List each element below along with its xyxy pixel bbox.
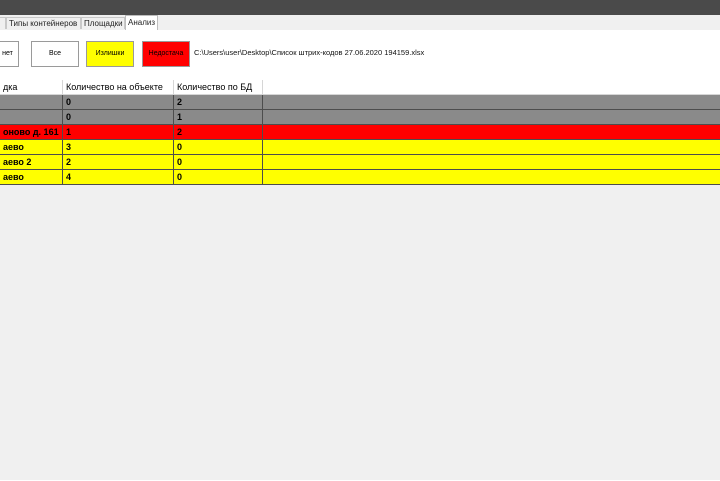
cell-on-site: 1 [63,125,174,139]
analysis-grid[interactable]: дка Количество на объекте Количество по … [0,80,720,480]
cell-on-site: 3 [63,140,174,154]
column-header-in-db[interactable]: Количество по БД [174,80,263,95]
cell-site [0,110,63,124]
cell-site: аево [0,140,63,154]
filter-all-button[interactable]: Все [31,41,79,67]
column-header-on-site[interactable]: Количество на объекте [63,80,174,95]
tab-analysis[interactable]: Анализ [125,15,158,30]
cell-on-site: 2 [63,155,174,169]
cell-in-db: 1 [174,110,263,124]
cell-in-db: 2 [174,125,263,139]
table-row[interactable]: 02 [0,95,720,110]
filter-shortage-button[interactable]: Недостача [142,41,190,67]
cell-on-site: 4 [63,170,174,184]
cell-site: аево [0,170,63,184]
cell-site: оново д. 161 [0,125,63,139]
report-button[interactable]: нет [0,41,19,67]
grid-header: дка Количество на объекте Количество по … [0,80,720,95]
file-path-label: C:\Users\user\Desktop\Список штрих-кодов… [194,48,425,57]
cell-in-db: 2 [174,95,263,109]
filter-surplus-button[interactable]: Излишки [86,41,134,67]
cell-in-db: 0 [174,140,263,154]
tab-container-types[interactable]: Типы контейнеров [6,17,81,29]
cell-on-site: 0 [63,95,174,109]
cell-in-db: 0 [174,170,263,184]
window-titlebar [0,0,720,15]
column-header-site[interactable]: дка [0,80,63,95]
cell-site: аево 2 [0,155,63,169]
cell-site [0,95,63,109]
table-row[interactable]: аево 220 [0,155,720,170]
tab-strip: Типы контейнеров Площадки Анализ [0,15,720,30]
table-row[interactable]: 01 [0,110,720,125]
cell-on-site: 0 [63,110,174,124]
tab-sites[interactable]: Площадки [81,17,125,29]
table-row[interactable]: аево 3 0 [0,140,720,155]
table-row[interactable]: аево 4 0 [0,170,720,185]
table-row[interactable]: оново д. 161 1 2 [0,125,720,140]
cell-in-db: 0 [174,155,263,169]
